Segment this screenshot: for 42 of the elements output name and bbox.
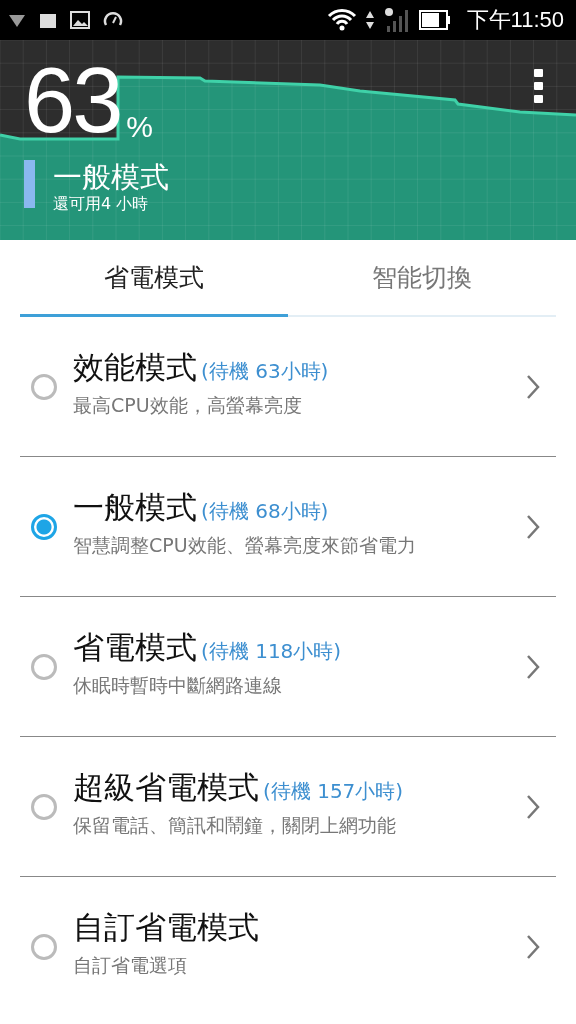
tab[interactable]: 省電模式 (20, 240, 288, 317)
battery-icon (418, 10, 451, 30)
chevron-right-icon (526, 513, 540, 540)
standby-time: (待機 118小時) (201, 637, 342, 665)
mode-title: 超級省電模式 (73, 767, 259, 807)
image-icon (68, 8, 92, 32)
menu-icon[interactable] (534, 69, 544, 103)
current-mode: 一般模式 (53, 160, 169, 194)
mode-description: 自訂省電選項 (73, 953, 187, 978)
standby-time: (待機 63小時) (201, 357, 329, 385)
mode-description: 最高CPU效能，高螢幕亮度 (73, 392, 302, 418)
mode-option[interactable]: 省電模式(待機 118小時) 休眠時暫時中斷網路連線 (20, 597, 556, 737)
chevron-right-icon (526, 793, 540, 820)
remaining-time: 還可用4 小時 (53, 194, 150, 214)
mode-indicator (24, 160, 35, 208)
mode-title: 省電模式 (73, 627, 197, 667)
mode-option[interactable]: 一般模式(待機 68小時) 智慧調整CPU效能、螢幕亮度來節省電力 (20, 457, 556, 597)
radio-button[interactable] (31, 513, 57, 540)
percent-sign: % (126, 110, 154, 144)
standby-time: (待機 68小時) (201, 497, 329, 525)
wifi-icon (326, 8, 357, 32)
mode-description: 保留電話、簡訊和鬧鐘，關閉上網功能 (73, 812, 396, 838)
tab[interactable]: 智能切換 (288, 240, 556, 317)
mode-option[interactable]: 效能模式(待機 63小時) 最高CPU效能，高螢幕亮度 (20, 317, 556, 457)
standby-time: (待機 157小時) (263, 777, 404, 805)
radio-button[interactable] (31, 793, 57, 820)
mode-title: 自訂省電模式 (73, 908, 259, 947)
radio-button[interactable] (31, 934, 57, 960)
data-arrows-icon (364, 9, 375, 31)
chevron-right-icon (526, 373, 540, 400)
radio-button[interactable] (31, 373, 57, 400)
mode-option[interactable]: 超級省電模式(待機 157小時) 保留電話、簡訊和鬧鐘，關閉上網功能 (20, 737, 556, 877)
chevron-right-icon (526, 653, 540, 680)
mode-description: 智慧調整CPU效能、螢幕亮度來節省電力 (73, 532, 416, 558)
mode-title: 效能模式 (73, 347, 197, 387)
signal-icon (382, 6, 411, 34)
mode-description: 休眠時暫時中斷網路連線 (73, 672, 282, 698)
mode-option[interactable]: 自訂省電模式 自訂省電選項 (20, 877, 556, 1017)
radio-button[interactable] (31, 653, 57, 680)
status-time: 下午11:50 (466, 6, 564, 34)
mode-title: 一般模式 (73, 487, 197, 527)
chevron-right-icon (526, 934, 540, 960)
